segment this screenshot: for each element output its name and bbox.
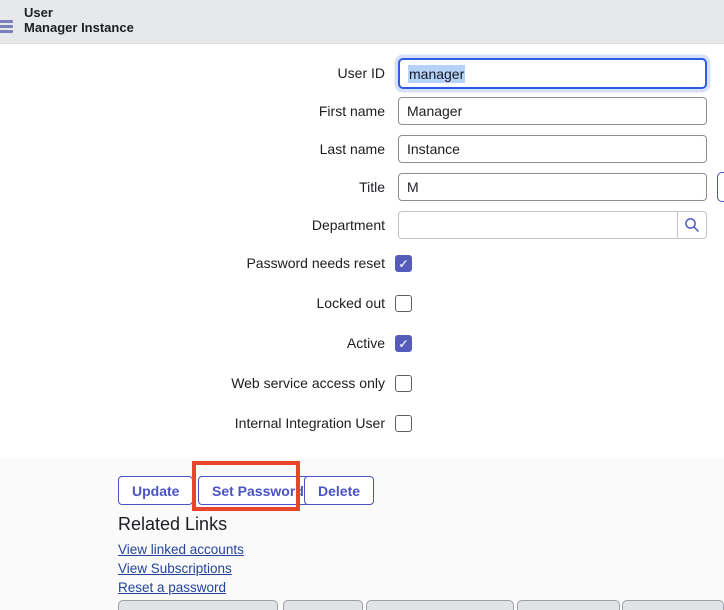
department-lookup-button[interactable]	[677, 211, 707, 239]
web-service-access-only-label: Web service access only	[0, 375, 385, 392]
menu-icon[interactable]	[0, 20, 13, 36]
title-input[interactable]	[398, 173, 707, 201]
selected-text: manager	[408, 65, 465, 83]
user-form-screen: User Manager Instance User ID manager Fi…	[0, 0, 724, 610]
related-list-tab[interactable]	[118, 600, 278, 610]
related-list-tab[interactable]	[517, 600, 620, 610]
view-linked-accounts-link[interactable]: View linked accounts	[118, 542, 244, 557]
first-name-label: First name	[0, 97, 385, 125]
title-label: Title	[0, 173, 385, 201]
reset-a-password-link[interactable]: Reset a password	[118, 580, 244, 595]
delete-button[interactable]: Delete	[304, 476, 374, 505]
related-list-tab[interactable]	[622, 600, 724, 610]
related-list-tabs	[0, 600, 724, 610]
active-checkbox[interactable]: ✓	[395, 335, 412, 352]
check-icon: ✓	[398, 338, 408, 350]
user-id-label: User ID	[0, 59, 385, 87]
active-label: Active	[0, 335, 385, 352]
web-service-access-only-checkbox[interactable]: ✓	[395, 375, 412, 392]
related-links-list: View linked accounts View Subscriptions …	[118, 542, 244, 595]
user-id-input[interactable]: manager	[398, 58, 707, 89]
update-button[interactable]: Update	[118, 476, 193, 505]
set-password-button[interactable]: Set Password	[198, 476, 318, 505]
view-subscriptions-link[interactable]: View Subscriptions	[118, 561, 244, 576]
related-links-heading: Related Links	[118, 514, 227, 535]
related-list-tab[interactable]	[366, 600, 514, 610]
internal-integration-user-label: Internal Integration User	[0, 415, 385, 432]
page-title-record-type: User	[24, 5, 134, 20]
page-title-record-name: Manager Instance	[24, 20, 134, 35]
department-input[interactable]	[398, 211, 677, 239]
last-name-input[interactable]	[398, 135, 707, 163]
check-icon: ✓	[398, 258, 408, 270]
password-needs-reset-checkbox[interactable]: ✓	[395, 255, 412, 272]
form-footer: Update Set Password Delete Related Links…	[0, 458, 724, 610]
password-needs-reset-label: Password needs reset	[0, 255, 385, 272]
page-title: User Manager Instance	[24, 5, 134, 35]
last-name-label: Last name	[0, 135, 385, 163]
form-header: User Manager Instance	[0, 0, 724, 44]
locked-out-checkbox[interactable]: ✓	[395, 295, 412, 312]
locked-out-label: Locked out	[0, 295, 385, 312]
related-list-tab[interactable]	[283, 600, 363, 610]
internal-integration-user-checkbox[interactable]: ✓	[395, 415, 412, 432]
search-icon	[684, 217, 700, 233]
edge-cutoff-button[interactable]	[717, 172, 724, 202]
first-name-input[interactable]	[398, 97, 707, 125]
department-label: Department	[0, 211, 385, 239]
